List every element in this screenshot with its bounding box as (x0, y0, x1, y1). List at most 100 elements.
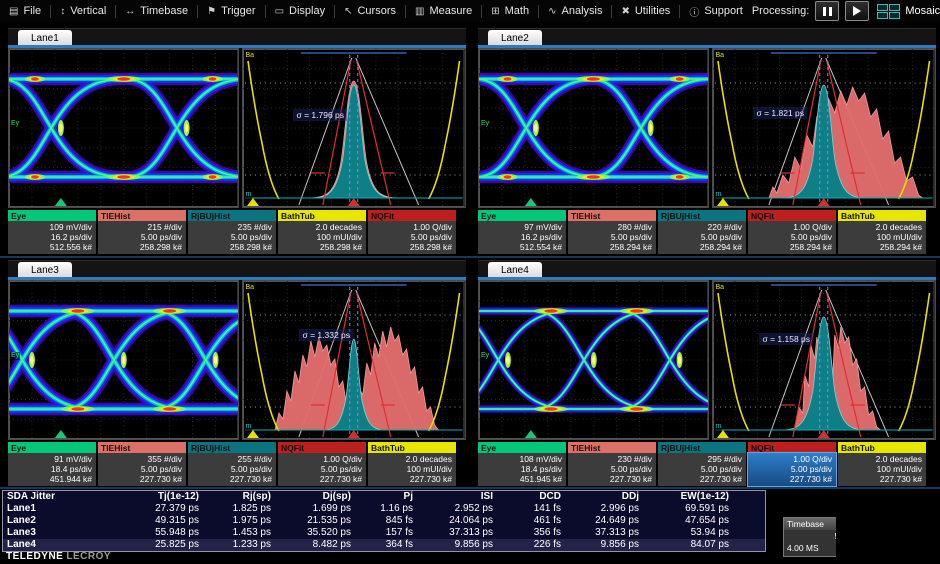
descriptor-values: 2.0 decades100 mUI/div258.298 k# (278, 221, 366, 254)
descriptor-row: Eye97 mV/div16.2 ps/div512.554 k#TIEHist… (478, 210, 936, 254)
eye-diagram-panel[interactable]: Ey (8, 280, 239, 440)
menu-item-label: Cursors (357, 5, 396, 17)
sigma-annotation: σ = 1.332 ps (299, 329, 353, 341)
jitter-bathtub-panel[interactable]: Ba m σ = 1.332 ps (242, 280, 466, 440)
measurement-value: 2.952 ps (413, 503, 493, 515)
measurement-value: 53.94 ps (639, 527, 729, 539)
menu-item-trigger[interactable]: ⚑Trigger (198, 0, 264, 22)
descriptor-values: 109 mV/div16.2 ps/div512.556 k# (8, 221, 96, 254)
lane-tab-label: Lane1 (31, 33, 59, 44)
descriptor-rjbujhist[interactable]: RjBUjHist235 #/div5.00 ps/div258.298 k# (188, 210, 276, 254)
descriptor-bathtub[interactable]: BathTub2.0 decades100 mUI/div258.298 k# (278, 210, 366, 254)
jitter-bathtub-panel[interactable]: Ba m σ = 1.821 ps (712, 48, 936, 208)
eye-diagram (479, 49, 708, 207)
column-header: EW(1e-12) (639, 491, 729, 503)
file-icon: ▤ (9, 6, 18, 17)
menu-item-analysis[interactable]: ∿Analysis (539, 0, 611, 22)
measurement-value: 49.315 ps (107, 515, 199, 527)
measurement-value: 141 fs (493, 503, 561, 515)
eye-diagram-panel[interactable]: Ey (8, 48, 239, 208)
descriptor-bathtub[interactable]: BathTub2.0 decades100 mUI/div258.294 k# (838, 210, 926, 254)
descriptor-nqfit[interactable]: NQFit1.00 Q/div5.00 ps/div227.730 k# (278, 442, 366, 486)
column-header: Pj (351, 491, 413, 503)
descriptor-values: 1.00 Q/div5.00 ps/div258.298 k# (368, 221, 456, 254)
descriptor-eye[interactable]: Eye109 mV/div16.2 ps/div512.556 k# (8, 210, 96, 254)
descriptor-values: 1.00 Q/div5.00 ps/div227.730 k# (748, 453, 836, 486)
menu-item-file[interactable]: ▤File (0, 0, 50, 22)
table-row-lane2: Lane249.315 ps1.975 ps21.535 ps845 fs24.… (3, 515, 765, 527)
jitter-bathtub-panel[interactable]: Ba m σ = 1.796 ps (242, 48, 466, 208)
timebase-descriptor-clip: Timebase 5.00 4.00 MS 8 (783, 517, 836, 557)
jitter-bathtub-plot (243, 49, 465, 207)
jitter-bathtub-panel[interactable]: Ba m σ = 1.158 ps (712, 280, 936, 440)
descriptor-nqfit[interactable]: NQFit1.00 Q/div5.00 ps/div258.298 k# (368, 210, 456, 254)
descriptor-label: BathTub (838, 442, 926, 453)
processing-label: Processing: (752, 5, 809, 17)
eye-diagram-panel[interactable]: Ey (478, 280, 709, 440)
lane-panels: Ey Ba m σ = 1.821 ps (478, 48, 936, 208)
tab-lane4[interactable]: Lane4 (488, 262, 542, 278)
column-header: Dj(sp) (271, 491, 351, 503)
menu-item-support[interactable]: ⓘSupport (680, 0, 752, 22)
menu-item-vertical[interactable]: ↕Vertical (51, 0, 115, 22)
table-row-lane4: Lane425.825 ps1.233 ps8.482 ps364 fs9.85… (3, 539, 765, 551)
descriptor-label: TIEHist (98, 210, 186, 221)
descriptor-values: 230 #/div5.00 ps/div227.730 k# (568, 453, 656, 486)
menu-item-cursors[interactable]: ↖ Cursors (335, 0, 405, 22)
descriptor-label: NQFit (368, 210, 456, 221)
cursor-icon: ↖ (344, 6, 352, 17)
table-row-lane1: Lane127.379 ps1.825 ps1.699 ps1.16 ps2.9… (3, 503, 765, 515)
descriptor-rjbujhist[interactable]: RjBUjHist295 #/div5.00 ps/div227.730 k# (658, 442, 746, 486)
descriptor-rjbujhist[interactable]: RjBUjHist255 #/div5.00 ps/div227.730 k# (188, 442, 276, 486)
menu-item-display[interactable]: ▭Display (266, 0, 335, 22)
brand-footer: TELEDYNELECROY (6, 551, 111, 562)
menu-item-math[interactable]: ⊞Math (482, 0, 538, 22)
measurement-value: 1.699 ps (271, 503, 351, 515)
row-separator (0, 256, 940, 258)
tab-lane3[interactable]: Lane3 (18, 262, 72, 278)
lane-tabbar: Lane2 (478, 28, 936, 46)
descriptor-eye[interactable]: Eye91 mV/div18.4 ps/div451.944 k# (8, 442, 96, 486)
descriptor-tiehist[interactable]: TIEHist215 #/div5.00 ps/div258.298 k# (98, 210, 186, 254)
descriptor-tiehist[interactable]: TIEHist355 #/div5.00 ps/div227.730 k# (98, 442, 186, 486)
pause-button[interactable] (815, 1, 839, 21)
descriptor-tiehist[interactable]: TIEHist230 #/div5.00 ps/div227.730 k# (568, 442, 656, 486)
eye-diagram-panel[interactable]: Ey (478, 48, 709, 208)
descriptor-nqfit[interactable]: NQFit1.00 Q/div5.00 ps/div227.730 k# (748, 442, 836, 486)
descriptor-eye[interactable]: Eye108 mV/div18.4 ps/div451.945 k# (478, 442, 566, 486)
menu-item-utilities[interactable]: ✖Utilities (612, 0, 679, 22)
timebase-scale: 5.00 (787, 530, 836, 542)
menu-item-timebase[interactable]: ↔Timebase (116, 0, 197, 22)
timebase-descriptor[interactable]: Timebase 5.00 4.00 MS 8 (783, 517, 836, 557)
play-button[interactable] (845, 1, 869, 21)
timebase-title: Timebase (784, 518, 836, 530)
mosaic-display-selector[interactable]: Mosaic (875, 3, 940, 20)
histogram-trace-label: m (714, 191, 722, 199)
descriptor-rjbujhist[interactable]: RjBUjHist220 #/div5.00 ps/div258.294 k# (658, 210, 746, 254)
jitter-bathtub-plot (713, 281, 935, 439)
lane-panels: Ey Ba m σ = 1.158 ps (478, 280, 936, 440)
pause-icon (823, 7, 832, 16)
measurement-value: 1.453 ps (199, 527, 271, 539)
sigma-annotation: σ = 1.158 ps (759, 333, 813, 345)
menu-item-label: Trigger (221, 5, 255, 17)
bathtub-trace-label: Ba (244, 284, 255, 292)
descriptor-values: 2.0 decades100 mUI/div227.730 k# (838, 453, 926, 486)
menu-item-label: Display (289, 5, 325, 17)
tab-lane2[interactable]: Lane2 (488, 30, 542, 46)
vertical-arrows-icon: ↕ (60, 6, 65, 17)
measurement-value: 69.591 ps (639, 503, 729, 515)
descriptor-eye[interactable]: Eye97 mV/div16.2 ps/div512.554 k# (478, 210, 566, 254)
menu-item-measure[interactable]: ▥Measure (406, 0, 481, 22)
descriptor-tiehist[interactable]: TIEHist280 #/div5.00 ps/div258.294 k# (568, 210, 656, 254)
tab-lane1[interactable]: Lane1 (18, 30, 72, 46)
descriptor-bathtub[interactable]: BathTub2.0 decades100 mUI/div227.730 k# (368, 442, 456, 486)
lane-row-top: Lane1 Ey Ba m σ = 1.796 ps Eye109 mV/div… (8, 28, 936, 254)
table-header-row: SDA JitterTj(1e-12)Rj(sp)Dj(sp)PjISIDCDD… (3, 491, 765, 503)
descriptor-bathtub[interactable]: BathTub2.0 decades100 mUI/div227.730 k# (838, 442, 926, 486)
descriptor-nqfit[interactable]: NQFit1.00 Q/div5.00 ps/div258.294 k# (748, 210, 836, 254)
jitter-bathtub-plot (713, 49, 935, 207)
descriptor-label: BathTub (368, 442, 456, 453)
measurement-value: 8.482 ps (271, 539, 351, 551)
sigma-annotation: σ = 1.821 ps (753, 107, 807, 119)
